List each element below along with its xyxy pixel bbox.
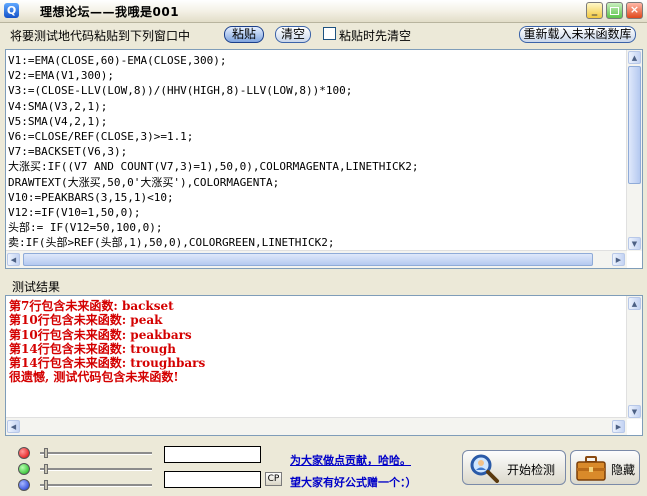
code-text[interactable]: V1:=EMA(CLOSE,60)-EMA(CLOSE,300); V2:=EMA… [8,53,626,250]
slider-handle[interactable] [44,464,48,474]
editor-hscroll-thumb[interactable] [23,253,593,266]
slider-handle[interactable] [44,448,48,458]
results-title: 测试结果 [12,280,61,294]
code-line[interactable]: V1:=EMA(CLOSE,60)-EMA(CLOSE,300); [8,53,626,68]
result-line: 第7行包含未来函数: backset [9,299,174,313]
code-line[interactable]: V3:=(CLOSE-LLV(LOW,8))/(HHV(HIGH,8)-LLV(… [8,83,626,98]
hide-label: 隐藏 [611,463,636,477]
clear-before-paste-checkbox[interactable] [323,27,336,40]
green-status-dot [18,463,30,475]
code-line[interactable]: V6:=CLOSE/REF(CLOSE,3)>=1.1; [8,129,626,144]
results-horizontal-scrollbar[interactable]: ◀ ▶ [6,417,627,435]
scroll-right-icon[interactable]: ▶ [612,253,625,266]
start-check-label: 开始检测 [507,463,556,477]
editor-vscroll-thumb[interactable] [628,66,641,184]
maximize-icon [610,7,619,15]
color-input-1[interactable] [164,446,261,463]
editor-vertical-scrollbar[interactable]: ▲ ▼ [626,50,642,251]
search-person-icon [470,454,499,483]
scroll-up-icon[interactable]: ▲ [628,297,641,310]
copy-button[interactable]: CP [265,472,282,486]
code-line[interactable]: DRAWTEXT(大涨买,50,0'大涨买'),COLORMAGENTA; [8,175,626,190]
code-line[interactable]: V10:=PEAKBARS(3,15,1)<10; [8,190,626,205]
scroll-left-icon[interactable]: ◀ [7,253,20,266]
code-line[interactable]: 头部:= IF(V12=50,100,0); [8,220,626,235]
result-line: 第14行包含未来函数: troughbars [9,356,206,371]
code-editor[interactable]: V1:=EMA(CLOSE,60)-EMA(CLOSE,300); V2:=EMA… [5,49,643,269]
scroll-right-icon[interactable]: ▶ [612,420,625,433]
clear-button[interactable]: 清空 [275,26,311,43]
results-text: 第7行包含未来函数: backset 第10行包含未来函数: peak 第10行包含… [9,299,619,417]
red-status-dot [18,447,30,459]
blue-slider[interactable] [40,480,152,490]
result-line: 第10行包含未来函数: peak [9,313,163,328]
red-slider[interactable] [40,448,152,458]
hide-button[interactable]: 隐藏 [570,450,640,485]
window-title: 理想论坛——我哦是001 [40,5,180,19]
code-line[interactable]: V4:SMA(V3,2,1); [8,99,626,114]
maximize-button[interactable] [606,2,623,19]
slider-handle[interactable] [44,480,48,490]
start-check-button[interactable]: 开始检测 [462,450,566,485]
close-button[interactable]: × [626,2,643,19]
code-line[interactable]: 卖:IF(头部>REF(头部,1),50,0),COLORGREEN,LINET… [8,235,626,250]
scroll-down-icon[interactable]: ▼ [628,405,641,418]
color-input-2[interactable] [164,471,261,488]
app-logo-icon: Q [4,3,19,18]
code-line[interactable]: V7:=BACKSET(V6,3); [8,144,626,159]
results-panel[interactable]: 第7行包含未来函数: backset 第10行包含未来函数: peak 第10行包含… [5,295,643,436]
code-line[interactable]: V5:SMA(V4,2,1); [8,114,626,129]
result-line: 很遗憾, 测试代码包含未来函数! [9,370,179,385]
share-formula-link[interactable]: 望大家有好公式赠一个：） [290,474,417,490]
result-line: 第10行包含未来函数: peakbars [9,327,192,342]
code-line[interactable]: V2:=EMA(V1,300); [8,68,626,83]
editor-horizontal-scrollbar[interactable]: ◀ ▶ [6,250,627,268]
green-slider[interactable] [40,464,152,474]
paste-button[interactable]: 粘贴 [224,26,264,43]
scroll-down-icon[interactable]: ▼ [628,237,641,250]
scroll-up-icon[interactable]: ▲ [628,51,641,64]
title-bar[interactable]: Q 理想论坛——我哦是001 _ × [0,0,647,23]
paste-hint: 将要测试地代码粘贴到下列窗口中 [10,29,191,43]
briefcase-icon [576,456,606,481]
scroll-left-icon[interactable]: ◀ [7,420,20,433]
minimize-button[interactable]: _ [586,2,603,19]
result-line: 第14行包含未来函数: trough [9,341,177,356]
results-vertical-scrollbar[interactable]: ▲ ▼ [626,296,642,419]
code-line[interactable]: 大涨买:IF((V7 AND COUNT(V7,3)=1),50,0),COLO… [8,159,626,174]
blue-status-dot [18,479,30,491]
code-line[interactable]: V12:=IF(V10=1,50,0); [8,205,626,220]
clear-before-paste-label: 粘贴时先清空 [339,29,412,43]
contribute-link[interactable]: 为大家做点贡献，哈哈。 [290,452,411,468]
reload-library-button[interactable]: 重新载入未来函数库 [519,26,636,43]
